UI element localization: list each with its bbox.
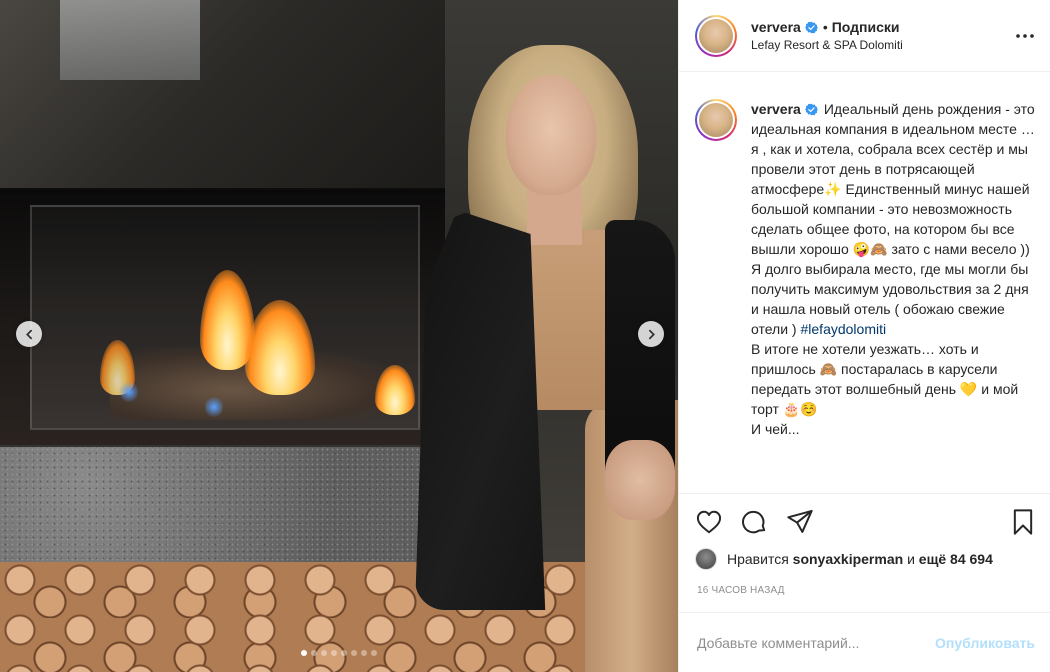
avatar-image — [699, 18, 733, 53]
caption-body: Идеальный день рождения - это идеальная … — [751, 101, 1035, 337]
bookmark-icon[interactable] — [1009, 508, 1037, 536]
caption-hashtag[interactable]: #lefaydolomiti — [801, 321, 887, 337]
chevron-left-icon — [25, 329, 32, 339]
carousel-dot — [311, 650, 317, 656]
publish-button[interactable]: Опубликовать — [935, 635, 1035, 651]
likes-prefix: Нравится — [727, 551, 789, 567]
comment-input[interactable] — [697, 634, 936, 651]
carousel-dot — [371, 650, 377, 656]
verified-badge-icon — [804, 21, 818, 33]
carousel-dot — [331, 650, 337, 656]
likes-count[interactable]: ещё 84 694 — [919, 551, 993, 567]
caption-body-continued: В итоге не хотели уезжать… хоть и пришло… — [751, 341, 1019, 437]
comment-bubble-icon[interactable] — [740, 508, 768, 536]
carousel-next-button[interactable] — [638, 321, 664, 347]
post-header: ververa • Подписки Lefay Resort & SPA Do… — [679, 0, 1050, 72]
caption-author-avatar[interactable] — [695, 99, 737, 141]
stone-hearth — [0, 445, 430, 565]
woman-face — [506, 75, 596, 195]
author-avatar[interactable] — [695, 14, 737, 57]
post-location[interactable]: Lefay Resort & SPA Dolomiti — [751, 38, 903, 52]
post-actions — [695, 508, 1035, 540]
carousel-dot — [321, 650, 327, 656]
carousel-dot — [361, 650, 367, 656]
blue-flame — [120, 380, 138, 404]
caption-area: ververa Идеальный день рождения - это иде… — [679, 73, 1050, 493]
author-username[interactable]: ververa — [751, 19, 801, 35]
post-photo[interactable] — [0, 0, 678, 672]
background-window-light — [60, 0, 200, 80]
caption-text: ververa Идеальный день рождения - это иде… — [751, 99, 1035, 493]
comment-bar: Опубликовать — [679, 612, 1050, 672]
likes-conjunction: и — [907, 551, 915, 567]
post-timestamp[interactable]: 16 часов назад — [697, 585, 785, 596]
woman-hands — [605, 440, 675, 520]
heart-icon[interactable] — [695, 508, 723, 536]
post-side-panel: ververa • Подписки Lefay Resort & SPA Do… — [678, 0, 1050, 672]
caption-username[interactable]: ververa — [751, 101, 801, 117]
blue-flame — [205, 395, 223, 419]
carousel-dot — [341, 650, 347, 656]
avatar-image — [699, 103, 733, 137]
liker-avatar[interactable] — [695, 548, 717, 570]
paper-plane-icon[interactable] — [786, 508, 814, 536]
likes-summary: Нравится sonyaxkiperman и ещё 84 694 — [695, 548, 993, 570]
more-options-icon[interactable] — [1016, 28, 1034, 44]
verified-badge-icon — [804, 103, 818, 116]
liker-username[interactable]: sonyaxkiperman — [793, 551, 904, 567]
header-separator: • — [822, 19, 828, 35]
carousel-dots — [0, 650, 678, 656]
divider — [679, 493, 1050, 494]
carousel-dot — [351, 650, 357, 656]
carousel-prev-button[interactable] — [16, 321, 42, 347]
chevron-right-icon — [648, 329, 655, 339]
following-button[interactable]: Подписки — [832, 19, 900, 35]
carousel-dot — [301, 650, 307, 656]
